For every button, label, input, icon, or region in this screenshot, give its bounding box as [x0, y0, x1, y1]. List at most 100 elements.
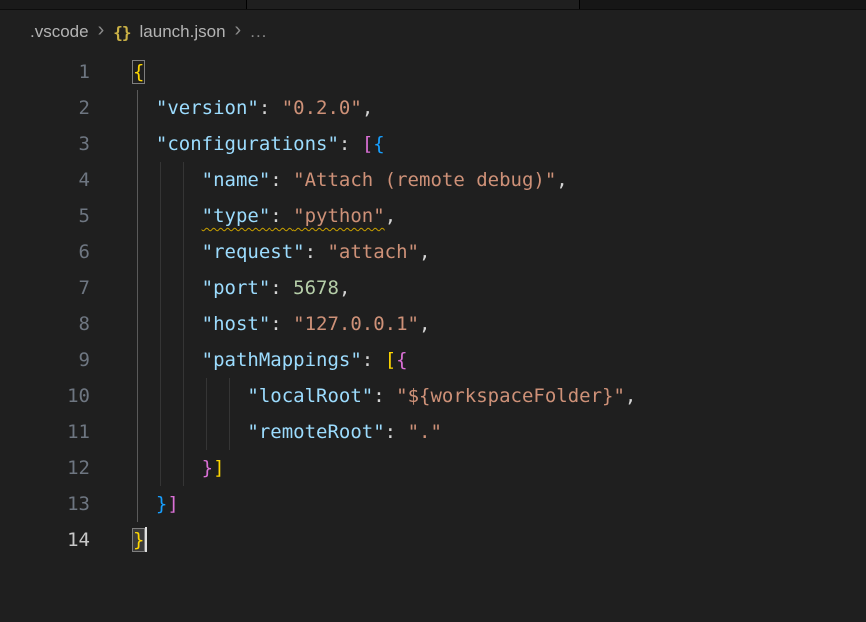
json-key: "type": [202, 205, 271, 227]
json-key: "port": [202, 277, 271, 299]
json-file-icon: {}: [113, 23, 130, 42]
code-token: [133, 205, 202, 227]
code-token: [133, 169, 202, 191]
code-token: ,: [385, 205, 396, 227]
code-token: :: [339, 133, 362, 155]
line-number[interactable]: 6: [0, 234, 90, 270]
json-key: "version": [156, 97, 259, 119]
line-number[interactable]: 11: [0, 414, 90, 450]
code-line[interactable]: }: [133, 522, 866, 558]
code-token: {: [373, 133, 384, 155]
code-token: [133, 277, 202, 299]
tab-fragment[interactable]: [247, 0, 580, 9]
tab-fragment[interactable]: [0, 0, 247, 9]
json-string: "python": [293, 205, 385, 227]
breadcrumb-file[interactable]: launch.json: [140, 22, 226, 42]
json-key: "host": [202, 313, 271, 335]
code-line[interactable]: "localRoot": "${workspaceFolder}",: [133, 378, 866, 414]
code-token: [133, 133, 156, 155]
line-number[interactable]: 3: [0, 126, 90, 162]
line-number[interactable]: 1: [0, 54, 90, 90]
gutter: 1234567891011121314: [0, 54, 90, 558]
code-line[interactable]: "request": "attach",: [133, 234, 866, 270]
code-token: ]: [213, 457, 224, 479]
json-string: "attach": [327, 241, 419, 263]
json-number: 5678: [293, 277, 339, 299]
json-string: "Attach (remote debug)": [293, 169, 556, 191]
line-number[interactable]: 5: [0, 198, 90, 234]
code-token: [133, 349, 202, 371]
code-token: :: [385, 421, 408, 443]
json-key: "pathMappings": [202, 349, 362, 371]
code-token: ,: [556, 169, 567, 191]
code-token: [: [385, 349, 396, 371]
line-number[interactable]: 8: [0, 306, 90, 342]
json-string: "${workspaceFolder}": [396, 385, 625, 407]
code-line[interactable]: "type": "python",: [133, 198, 866, 234]
code-token: {: [396, 349, 407, 371]
code-line[interactable]: "pathMappings": [{: [133, 342, 866, 378]
json-key: "request": [202, 241, 305, 263]
code-token: [133, 97, 156, 119]
code-line[interactable]: "remoteRoot": ".": [133, 414, 866, 450]
code-token: :: [305, 241, 328, 263]
code-token: }: [133, 529, 144, 551]
editor: 1234567891011121314 { "version": "0.2.0"…: [0, 54, 866, 558]
breadcrumb-folder[interactable]: .vscode: [30, 22, 89, 42]
json-key: "configurations": [156, 133, 339, 155]
line-number[interactable]: 4: [0, 162, 90, 198]
breadcrumb-symbol-ellipsis[interactable]: ...: [250, 22, 267, 42]
code-line[interactable]: }]: [133, 486, 866, 522]
code-token: :: [270, 169, 293, 191]
code-token: }: [202, 457, 213, 479]
line-number[interactable]: 13: [0, 486, 90, 522]
code-line[interactable]: "configurations": [{: [133, 126, 866, 162]
json-string: "0.2.0": [282, 97, 362, 119]
json-string: "127.0.0.1": [293, 313, 419, 335]
code-token: ]: [167, 493, 178, 515]
line-number[interactable]: 9: [0, 342, 90, 378]
code-token: [133, 421, 247, 443]
code-token: ,: [339, 277, 350, 299]
code-token: :: [270, 277, 293, 299]
code-token: ,: [419, 241, 430, 263]
line-number[interactable]: 12: [0, 450, 90, 486]
code-token: :: [270, 205, 293, 227]
code-line[interactable]: "version": "0.2.0",: [133, 90, 866, 126]
code-token: :: [259, 97, 282, 119]
code-line[interactable]: "name": "Attach (remote debug)",: [133, 162, 866, 198]
code-line[interactable]: {: [133, 54, 866, 90]
line-number[interactable]: 10: [0, 378, 90, 414]
line-number[interactable]: 2: [0, 90, 90, 126]
code-line[interactable]: "host": "127.0.0.1",: [133, 306, 866, 342]
json-key: "localRoot": [247, 385, 373, 407]
code-token: ,: [625, 385, 636, 407]
chevron-right-icon: ›: [98, 20, 105, 40]
code-token: ,: [362, 97, 373, 119]
code-token: [133, 313, 202, 335]
tab-fragment[interactable]: [580, 0, 866, 9]
code-token: [133, 493, 156, 515]
code-token: ,: [419, 313, 430, 335]
code-token: [: [362, 133, 373, 155]
line-number[interactable]: 14: [0, 522, 90, 558]
json-string: ".": [408, 421, 442, 443]
code-token: [133, 241, 202, 263]
code-line[interactable]: "port": 5678,: [133, 270, 866, 306]
code-token: }: [156, 493, 167, 515]
code-lines: { "version": "0.2.0", "configurations": …: [133, 54, 866, 558]
code-line[interactable]: }]: [133, 450, 866, 486]
code-token: :: [373, 385, 396, 407]
code-token: [133, 385, 247, 407]
json-key: "name": [202, 169, 271, 191]
code-token: :: [270, 313, 293, 335]
json-key: "remoteRoot": [247, 421, 384, 443]
editor-tabs-strip: [0, 0, 866, 10]
code-token: :: [362, 349, 385, 371]
breadcrumb: .vscode › {} launch.json › ...: [0, 10, 866, 54]
line-number[interactable]: 7: [0, 270, 90, 306]
code-token: [133, 457, 202, 479]
chevron-right-icon: ›: [235, 20, 242, 40]
code-token: {: [133, 61, 144, 83]
text-cursor: [145, 527, 147, 552]
